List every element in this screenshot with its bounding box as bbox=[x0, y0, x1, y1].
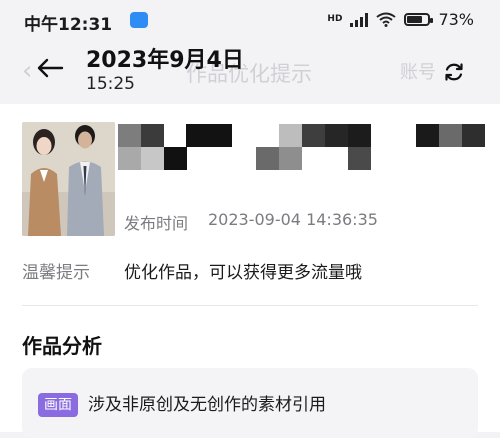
divider bbox=[22, 305, 478, 306]
signal-icon bbox=[350, 12, 369, 27]
post-thumbnail[interactable] bbox=[22, 122, 115, 236]
status-time: 中午12:31 bbox=[24, 15, 113, 35]
tip-text: 优化作品，可以获得更多流量哦 bbox=[124, 263, 362, 283]
cloud-icon bbox=[130, 12, 148, 28]
post-card: 发布时间 2023-09-04 14:36:35 温馨提示 优化作品，可以获得更… bbox=[0, 104, 500, 438]
publish-time-value: 2023-09-04 14:36:35 bbox=[208, 210, 378, 229]
battery-icon bbox=[404, 13, 434, 26]
status-icons: HD 73% bbox=[327, 10, 474, 29]
analysis-section-title: 作品分析 bbox=[22, 334, 102, 358]
thumbnail-image bbox=[22, 122, 115, 236]
tip-label: 温馨提示 bbox=[22, 263, 90, 283]
header-date: 2023年9月4日 bbox=[86, 48, 244, 73]
underlying-back-icon: ‹ bbox=[22, 56, 33, 86]
battery-percent: 73% bbox=[438, 10, 474, 29]
underlying-account-label: 账号 bbox=[400, 62, 436, 83]
header: ‹ 作品优化提示 账号 2023年9月4日 15:25 bbox=[0, 40, 500, 104]
sync-icon[interactable] bbox=[442, 60, 466, 84]
header-time: 15:25 bbox=[86, 74, 135, 94]
category-badge: 画面 bbox=[38, 393, 78, 417]
arrow-left-icon bbox=[37, 58, 64, 78]
publish-time-label: 发布时间 bbox=[124, 214, 189, 233]
analysis-item-text: 涉及非原创及无创作的素材引用 bbox=[88, 395, 326, 415]
back-button[interactable] bbox=[36, 56, 64, 86]
analysis-item[interactable]: 画面 涉及非原创及无创作的素材引用 bbox=[22, 368, 478, 438]
status-bar: 中午12:31 HD 73% bbox=[0, 0, 500, 40]
network-hd-label: HD bbox=[327, 14, 343, 24]
wifi-icon bbox=[376, 12, 397, 27]
battery-level-fill bbox=[407, 16, 423, 23]
